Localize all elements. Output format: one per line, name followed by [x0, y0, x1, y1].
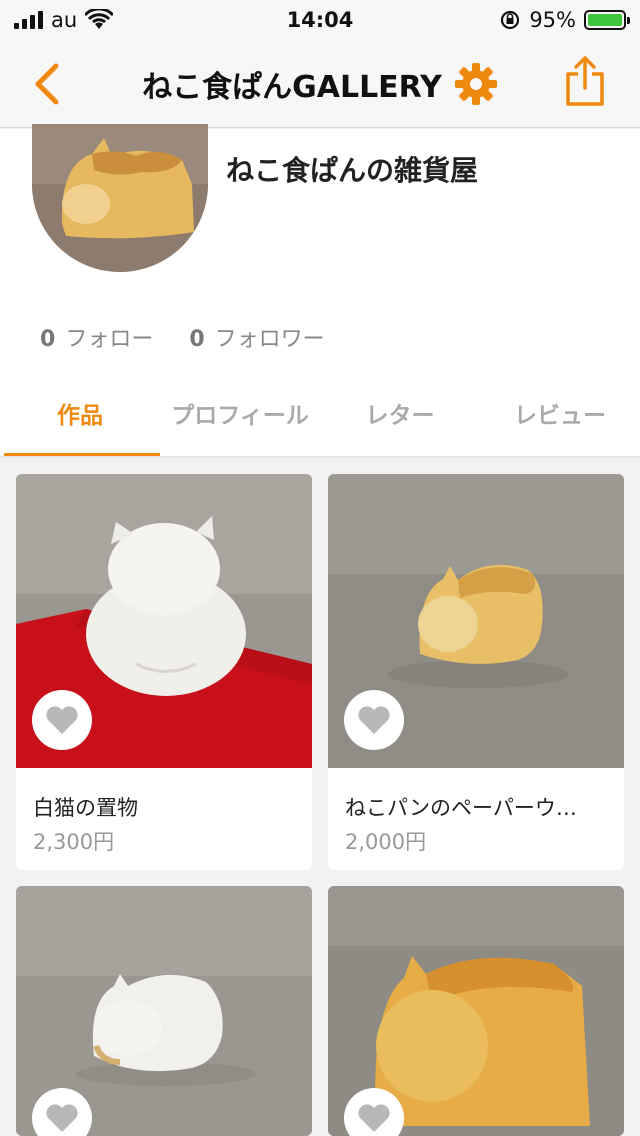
nav-bar: ねこ食ぱんGALLERY [0, 40, 640, 128]
tab-profile[interactable]: プロフィール [160, 369, 320, 457]
follow-link[interactable]: 0 フォロー [40, 321, 153, 353]
tab-review[interactable]: レビュー [480, 369, 640, 457]
signal-icon [14, 11, 43, 29]
item-card[interactable]: ねこパンのペーパーウ… 2,000円 [328, 474, 624, 870]
like-button[interactable] [344, 690, 404, 750]
share-icon[interactable] [564, 56, 606, 108]
wifi-icon [85, 9, 114, 29]
follow-stats: 0 フォロー 0 フォロワー [40, 321, 325, 353]
status-right: 95% [499, 8, 630, 32]
carrier-label: au [51, 8, 78, 32]
heart-icon [358, 1104, 390, 1132]
follower-label: フォロワー [214, 327, 325, 352]
item-title[interactable]: ねこパンのペーパーウ… [345, 792, 577, 822]
battery-percent: 95% [529, 8, 576, 32]
heart-icon [46, 1104, 78, 1132]
item-photo[interactable] [328, 474, 624, 768]
item-photo[interactable] [16, 886, 312, 1136]
profile-section: ねこ食ぱんの雑貨屋 0 フォロー 0 フォロワー 作品 プロフィール レター レビュ… [0, 124, 640, 457]
heart-icon [46, 706, 78, 734]
follow-count: 0 [40, 327, 56, 352]
tab-bar: 作品 プロフィール レター レビュー [0, 369, 640, 457]
nav-title: ねこ食ぱんGALLERY [142, 69, 442, 105]
like-button[interactable] [32, 690, 92, 750]
item-title[interactable]: 白猫の置物 [33, 792, 138, 822]
item-photo[interactable] [328, 886, 624, 1136]
nav-title-group: ねこ食ぱんGALLERY [142, 62, 498, 106]
status-left: au [14, 8, 114, 32]
rotation-lock-icon [501, 10, 520, 30]
status-bar: au 14:04 95% [0, 0, 640, 40]
item-card[interactable] [16, 886, 312, 1136]
item-price: 2,300円 [33, 830, 115, 854]
section-divider [0, 456, 640, 458]
avatar-photo [32, 124, 208, 272]
gear-icon[interactable] [454, 62, 498, 106]
avatar[interactable] [32, 124, 208, 272]
heart-icon [358, 706, 390, 734]
tab-works[interactable]: 作品 [0, 369, 160, 457]
chevron-left-icon[interactable] [28, 62, 68, 106]
item-card[interactable]: 白猫の置物 2,300円 [16, 474, 312, 870]
item-price: 2,000円 [345, 830, 427, 854]
battery-icon [584, 10, 630, 30]
follower-count: 0 [189, 327, 205, 352]
item-photo[interactable] [16, 474, 312, 768]
tab-letter[interactable]: レター [320, 369, 480, 457]
follow-label: フォロー [65, 327, 154, 352]
item-card[interactable] [328, 886, 624, 1136]
follower-link[interactable]: 0 フォロワー [189, 321, 324, 353]
shop-name: ねこ食ぱんの雑貨屋 [226, 154, 479, 187]
